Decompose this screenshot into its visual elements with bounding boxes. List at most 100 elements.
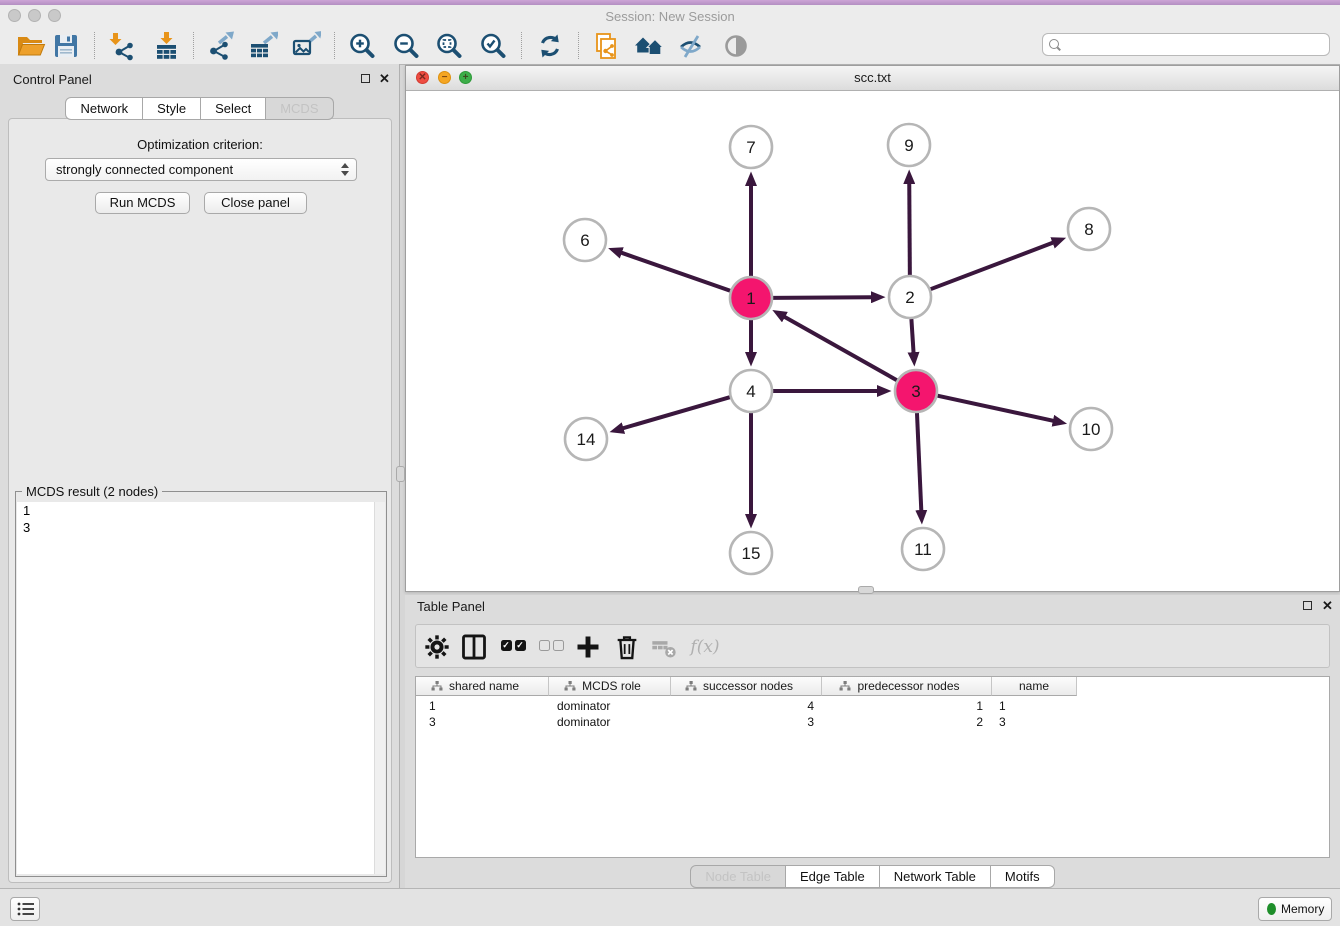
tab-network-table[interactable]: Network Table bbox=[880, 865, 991, 888]
column-header-shared-name[interactable]: shared name bbox=[416, 677, 549, 696]
cell-name[interactable]: 3 bbox=[992, 714, 1077, 730]
toolbar-separator bbox=[193, 32, 194, 59]
scrollbar[interactable] bbox=[374, 502, 385, 874]
tab-select[interactable]: Select bbox=[201, 97, 266, 120]
mcds-result-group: MCDS result (2 nodes) 1 3 bbox=[15, 491, 387, 877]
open-session-icon[interactable] bbox=[14, 30, 48, 62]
import-table-icon[interactable] bbox=[149, 30, 183, 62]
cell-mcds-role[interactable]: dominator bbox=[549, 714, 671, 730]
graph-edge-2-9[interactable] bbox=[909, 183, 910, 275]
table-options-icon[interactable] bbox=[423, 633, 453, 661]
refresh-view-icon[interactable] bbox=[533, 30, 567, 62]
save-session-icon[interactable] bbox=[49, 30, 83, 62]
add-column-icon[interactable] bbox=[574, 633, 604, 661]
control-panel-tabs: Network Style Select MCDS bbox=[0, 97, 399, 120]
run-mcds-button[interactable]: Run MCDS bbox=[95, 192, 190, 214]
network-title: scc.txt bbox=[406, 70, 1339, 85]
cell-mcds-role[interactable]: dominator bbox=[549, 698, 671, 714]
status-bar: Memory bbox=[0, 888, 1340, 926]
mcds-result-list[interactable]: 1 3 bbox=[17, 502, 385, 874]
search-input[interactable] bbox=[1063, 35, 1327, 56]
zoom-out-icon[interactable] bbox=[389, 30, 423, 62]
graph-node-label: 10 bbox=[1082, 420, 1101, 439]
task-history-button[interactable] bbox=[10, 897, 40, 921]
tab-mcds[interactable]: MCDS bbox=[266, 97, 333, 120]
graph-edge-4-14[interactable] bbox=[623, 397, 730, 428]
table-row[interactable]: 3 dominator 3 2 3 bbox=[416, 714, 1077, 730]
optimization-criterion-label: Optimization criterion: bbox=[9, 137, 391, 152]
main-toolbar bbox=[0, 28, 1340, 65]
cell-name[interactable]: 1 bbox=[992, 698, 1077, 714]
select-all-icon[interactable]: ✓✓ bbox=[498, 633, 528, 661]
tab-motifs[interactable]: Motifs bbox=[991, 865, 1055, 888]
graph-edge-2-3[interactable] bbox=[911, 319, 913, 353]
table-header-row: shared name MCDS role successor nodes pr… bbox=[416, 677, 1077, 696]
close-panel-button[interactable]: Close panel bbox=[204, 192, 307, 214]
home-icon[interactable] bbox=[632, 30, 666, 62]
export-image-icon[interactable] bbox=[289, 30, 323, 62]
tab-edge-table[interactable]: Edge Table bbox=[786, 865, 880, 888]
unselect-all-icon[interactable] bbox=[536, 633, 566, 661]
hide-selected-icon[interactable] bbox=[675, 30, 709, 62]
toolbar-separator bbox=[521, 32, 522, 59]
graph-edge-3-1[interactable] bbox=[785, 317, 897, 380]
graph-node-label: 8 bbox=[1084, 220, 1093, 239]
network-canvas[interactable]: 7968124314101511 bbox=[406, 91, 1339, 591]
show-columns-icon[interactable] bbox=[460, 633, 490, 661]
table-row[interactable]: 1 dominator 4 1 1 bbox=[416, 698, 1077, 714]
cell-predecessor-nodes[interactable]: 2 bbox=[822, 714, 992, 730]
close-panel-icon[interactable]: ✕ bbox=[379, 73, 390, 84]
optimization-criterion-select[interactable]: strongly connected component bbox=[45, 158, 357, 181]
show-all-icon[interactable] bbox=[719, 30, 753, 62]
graph-node-label: 1 bbox=[746, 289, 755, 308]
graph-edge-1-2[interactable] bbox=[773, 297, 872, 298]
control-panel: Control Panel ✕ Network Style Select MCD… bbox=[0, 64, 400, 888]
cell-successor-nodes[interactable]: 4 bbox=[671, 698, 822, 714]
optimization-criterion-value: strongly connected component bbox=[56, 162, 233, 177]
zoom-selected-icon[interactable] bbox=[476, 30, 510, 62]
cell-shared-name[interactable]: 1 bbox=[416, 698, 549, 714]
result-item[interactable]: 1 bbox=[17, 502, 385, 519]
cell-shared-name[interactable]: 3 bbox=[416, 714, 549, 730]
session-title: Session: New Session bbox=[0, 9, 1340, 24]
table-toolbar: ✓✓ f(x) bbox=[415, 624, 1330, 668]
result-item[interactable]: 3 bbox=[17, 519, 385, 536]
export-table-icon[interactable] bbox=[246, 30, 280, 62]
graph-edge-3-10[interactable] bbox=[937, 396, 1053, 421]
memory-label: Memory bbox=[1281, 902, 1324, 916]
horizontal-splitter-handle[interactable] bbox=[858, 586, 874, 594]
network-graph: 7968124314101511 bbox=[406, 91, 1339, 591]
cell-predecessor-nodes[interactable]: 1 bbox=[822, 698, 992, 714]
graph-node-label: 3 bbox=[911, 382, 920, 401]
export-network-icon[interactable] bbox=[203, 30, 237, 62]
mcds-result-title: MCDS result (2 nodes) bbox=[22, 484, 162, 499]
tab-node-table[interactable]: Node Table bbox=[690, 865, 786, 888]
clone-network-icon[interactable] bbox=[589, 30, 623, 62]
graph-node-label: 7 bbox=[746, 138, 755, 157]
delete-table-icon[interactable] bbox=[650, 633, 680, 661]
main-titlebar: Session: New Session bbox=[0, 5, 1340, 29]
graph-node-label: 11 bbox=[914, 540, 932, 559]
memory-button[interactable]: Memory bbox=[1258, 897, 1332, 921]
float-panel-icon[interactable] bbox=[361, 74, 370, 83]
zoom-in-icon[interactable] bbox=[345, 30, 379, 62]
tab-style[interactable]: Style bbox=[143, 97, 201, 120]
column-header-successor-nodes[interactable]: successor nodes bbox=[671, 677, 822, 696]
zoom-fit-icon[interactable] bbox=[432, 30, 466, 62]
delete-column-icon[interactable] bbox=[613, 633, 643, 661]
vertical-splitter-handle[interactable] bbox=[396, 466, 405, 482]
column-type-icon bbox=[685, 680, 697, 692]
import-network-icon[interactable] bbox=[103, 30, 137, 62]
graph-edge-2-8[interactable] bbox=[931, 243, 1053, 290]
float-table-panel-icon[interactable] bbox=[1303, 601, 1312, 610]
graph-node-label: 6 bbox=[580, 231, 589, 250]
graph-edge-3-11[interactable] bbox=[917, 413, 921, 511]
graph-edge-1-6[interactable] bbox=[621, 253, 730, 291]
column-header-predecessor-nodes[interactable]: predecessor nodes bbox=[822, 677, 992, 696]
function-builder-icon[interactable]: f(x) bbox=[684, 633, 726, 661]
tab-network[interactable]: Network bbox=[65, 97, 143, 120]
close-table-panel-icon[interactable]: ✕ bbox=[1322, 600, 1333, 611]
column-header-name[interactable]: name bbox=[992, 677, 1077, 696]
cell-successor-nodes[interactable]: 3 bbox=[671, 714, 822, 730]
column-header-mcds-role[interactable]: MCDS role bbox=[549, 677, 671, 696]
